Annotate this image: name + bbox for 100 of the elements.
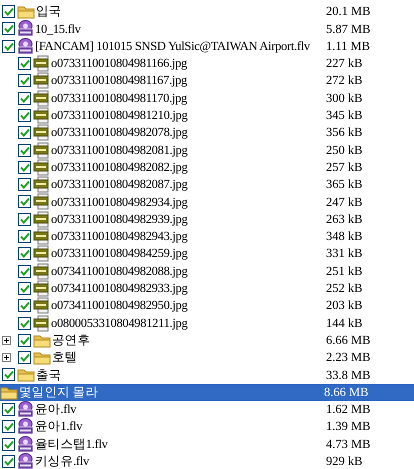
file-size: 356 kB [325,124,362,142]
checkbox[interactable] [18,334,31,347]
checkbox[interactable] [18,74,31,88]
image-file-icon [33,124,50,142]
file-name: o0734110010804982933.jpg [51,280,188,298]
checkbox[interactable] [18,230,31,244]
file-size: 6.66 MB [325,332,370,349]
image-file-icon [33,176,50,194]
file-name: o0733110010804982939.jpg [51,210,188,228]
file-name: 키싱유.flv [35,453,89,469]
folder-icon [17,4,35,20]
checkbox[interactable] [18,212,31,226]
file-name: o0733110010804982078.jpg [51,124,188,142]
image-file-icon [33,297,50,314]
folder-icon [0,384,18,400]
file-name: o0734110010804982088.jpg [51,262,188,280]
image-file-icon [33,193,50,210]
file-size: 1.62 MB [325,401,370,418]
file-name: 10_15.flv [35,20,81,38]
image-file-icon [33,90,50,107]
file-size: 20.1 MB [325,3,370,20]
image-file-icon [33,158,50,176]
file-name: o0733110010804981166.jpg [51,55,187,72]
checkbox[interactable] [18,351,31,364]
checkbox[interactable] [18,247,31,260]
file-name: 윤아.flv [35,401,76,418]
file-size: 203 kB [325,297,362,314]
checkbox[interactable] [2,22,15,36]
checkbox[interactable] [18,160,31,174]
file-name: o0733110010804982087.jpg [51,176,188,194]
file-name: o0733110010804981170.jpg [51,90,187,107]
file-size: 252 kB [325,280,362,298]
selected-row[interactable]: 몇일인지 몰라 8.66 MB [0,384,414,401]
checkbox[interactable] [18,126,31,140]
image-file-icon [33,314,50,332]
file-size: 4.73 MB [325,436,370,453]
video-file-icon [17,452,34,469]
file-size: 251 kB [325,262,362,280]
folder-icon [33,350,51,366]
image-file-icon [33,210,50,228]
file-name: o0734110010804982950.jpg [51,297,188,314]
checkbox[interactable] [18,144,31,157]
file-name: [FANCAM] 101015 SNSD YulSic@TAIWAN Airport.flv [35,38,310,55]
checkbox[interactable] [18,57,31,70]
video-file-icon [17,20,34,38]
file-size: 33.8 MB [325,366,370,384]
checkbox[interactable] [2,5,15,18]
file-size: 247 kB [325,194,362,211]
expand-icon[interactable] [2,336,11,345]
checkbox[interactable] [18,92,31,105]
file-size: 1.39 MB [325,418,370,436]
file-name: o0733110010804981210.jpg [51,107,188,124]
file-size: 348 kB [325,228,362,246]
checkbox[interactable] [18,264,31,278]
file-size: 2.23 MB [325,349,370,366]
file-name: 입국 [36,3,62,20]
file-size: 257 kB [325,158,362,176]
video-file-icon [17,400,34,418]
checkbox[interactable] [2,40,15,53]
image-file-icon [33,280,50,297]
file-name: o0733110010804982943.jpg [51,228,188,246]
checkbox[interactable] [18,282,31,295]
file-name: 호텔 [52,349,78,366]
file-name: 공연후 [52,332,90,349]
folder-icon [33,332,51,348]
checkbox[interactable] [2,438,15,451]
checkbox[interactable] [18,108,31,122]
file-name: 윤아1.flv [35,418,82,436]
expand-icon[interactable] [2,353,11,362]
video-file-icon [17,38,34,55]
file-size: 144 kB [325,314,362,332]
file-name: o0733110010804981167.jpg [51,72,187,90]
image-file-icon [33,106,50,124]
checkbox[interactable] [2,402,15,416]
checkbox[interactable] [18,299,31,312]
video-file-icon [17,436,34,453]
file-size: 8.66 MB [323,384,368,401]
file-size: 227 kB [325,55,362,72]
file-size: 365 kB [325,176,362,194]
folder-icon [17,367,35,382]
checkbox[interactable] [18,178,31,192]
checkbox[interactable] [18,195,31,208]
file-size: 300 kB [325,90,362,107]
file-name: 율티스탭1.flv [35,436,108,453]
image-file-icon [33,142,50,159]
file-size: 331 kB [325,245,362,262]
file-size: 1.11 MB [325,38,370,55]
image-file-icon [33,72,50,90]
checkbox[interactable] [2,368,15,382]
checkbox[interactable] [2,454,15,468]
checkbox[interactable] [2,420,15,434]
checkbox[interactable] [18,316,31,330]
file-name: 출국 [36,366,62,384]
file-size: 5.87 MB [325,20,370,38]
file-size: 263 kB [325,210,362,228]
file-name: o0733110010804982934.jpg [51,194,188,211]
image-file-icon [33,55,50,72]
file-name: o0733110010804984259.jpg [51,245,188,262]
image-file-icon [33,228,50,246]
file-name: o0800053310804981211.jpg [51,314,188,332]
